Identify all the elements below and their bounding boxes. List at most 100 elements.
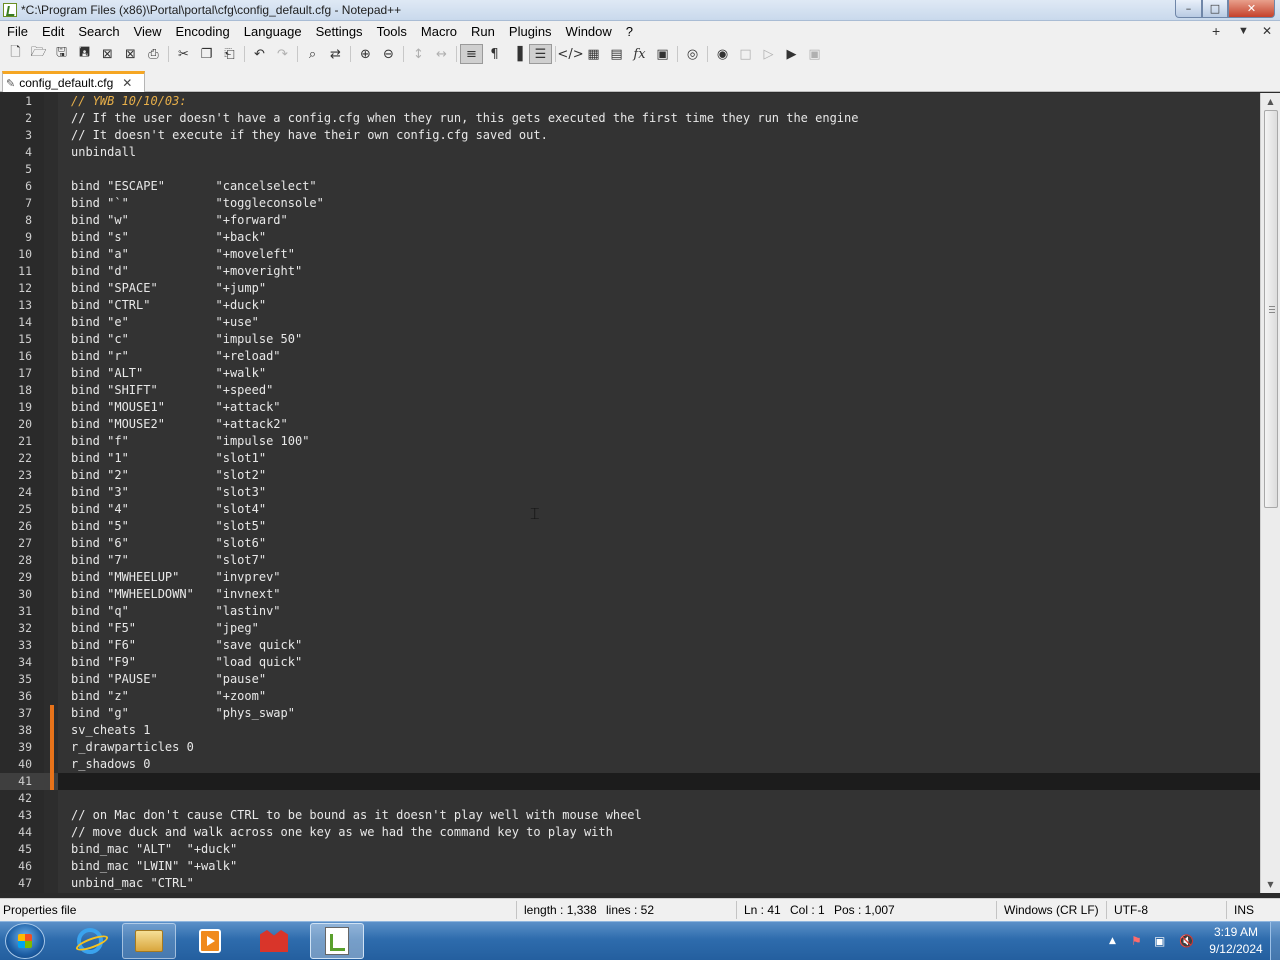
menu-search[interactable]: Search	[71, 24, 126, 39]
show-hidden-icons-icon[interactable]: ▲	[1109, 936, 1116, 946]
document-map-icon[interactable]: ☰	[529, 44, 552, 64]
network-icon[interactable]: ▣	[1154, 934, 1165, 948]
code-line[interactable]: 9 bind "s" "+back"	[0, 229, 1260, 246]
close-all-icon[interactable]: ⊠	[119, 44, 142, 64]
code-line[interactable]: 33 bind "F6" "save quick"	[0, 637, 1260, 654]
function-list-icon[interactable]: fx	[628, 44, 651, 64]
replace-icon[interactable]: ⇄	[324, 44, 347, 64]
editor-area[interactable]: 1 // YWB 10/10/03: 2 // If the user doesn't…	[0, 93, 1260, 893]
code-line[interactable]: 22 bind "1" "slot1"	[0, 450, 1260, 467]
code-line[interactable]: 2 // If the user doesn't have a config.cf…	[0, 110, 1260, 127]
code-line[interactable]: 30 bind "MWHEELDOWN" "invnext"	[0, 586, 1260, 603]
status-encoding[interactable]: UTF-8	[1114, 903, 1148, 917]
menu-plugins[interactable]: Plugins	[502, 24, 559, 39]
code-line[interactable]: 42	[0, 790, 1260, 807]
action-center-icon[interactable]: ⚑	[1131, 934, 1142, 948]
save-macro-icon[interactable]: ▣	[803, 44, 826, 64]
menu-settings[interactable]: Settings	[309, 24, 370, 39]
menu-run[interactable]: Run	[464, 24, 502, 39]
code-line[interactable]: 36 bind "z" "+zoom"	[0, 688, 1260, 705]
maximize-button[interactable]: □	[1202, 0, 1228, 18]
code-line[interactable]: 6 bind "ESCAPE" "cancelselect"	[0, 178, 1260, 195]
tab-close-icon[interactable]: ✕	[122, 76, 132, 90]
minimize-button[interactable]: –	[1175, 0, 1202, 18]
code-line[interactable]: 12 bind "SPACE" "+jump"	[0, 280, 1260, 297]
taskbar-media-player[interactable]	[183, 923, 237, 959]
menu-view[interactable]: View	[127, 24, 169, 39]
code-line[interactable]: 29 bind "MWHEELUP" "invprev"	[0, 569, 1260, 586]
undo-icon[interactable]: ↶	[248, 44, 271, 64]
close-icon[interactable]: ⊠	[96, 44, 119, 64]
code-line[interactable]: 15 bind "c" "impulse 50"	[0, 331, 1260, 348]
code-line[interactable]: 32 bind "F5" "jpeg"	[0, 620, 1260, 637]
doc-list-icon[interactable]: ▤	[605, 44, 628, 64]
code-line[interactable]: 38 sv_cheats 1	[0, 722, 1260, 739]
save-icon[interactable]: 🖫	[50, 44, 73, 64]
menu-file[interactable]: File	[0, 24, 35, 39]
save-all-icon[interactable]: 🖪	[73, 44, 96, 64]
code-line[interactable]: 45 bind_mac "ALT" "+duck"	[0, 841, 1260, 858]
code-line[interactable]: 1 // YWB 10/10/03:	[0, 93, 1260, 110]
show-all-chars-icon[interactable]: ¶	[483, 44, 506, 64]
xml-tag-icon[interactable]: </>	[557, 44, 583, 64]
scrollbar-thumb[interactable]	[1264, 110, 1278, 508]
menu-tools[interactable]: Tools	[370, 24, 414, 39]
stop-macro-icon[interactable]: □	[734, 44, 757, 64]
code-line[interactable]: 18 bind "SHIFT" "+speed"	[0, 382, 1260, 399]
code-line[interactable]: 31 bind "q" "lastinv"	[0, 603, 1260, 620]
code-line[interactable]: 17 bind "ALT" "+walk"	[0, 365, 1260, 382]
code-line[interactable]: 40 r_shadows 0	[0, 756, 1260, 773]
code-line[interactable]: 4 unbindall	[0, 144, 1260, 161]
code-line[interactable]: 39 r_drawparticles 0	[0, 739, 1260, 756]
code-line[interactable]: 7 bind "`" "toggleconsole"	[0, 195, 1260, 212]
code-line[interactable]: 37 bind "g" "phys_swap"	[0, 705, 1260, 722]
close-window-button[interactable]: ✕	[1228, 0, 1275, 18]
code-line[interactable]: 20 bind "MOUSE2" "+attack2"	[0, 416, 1260, 433]
start-button[interactable]	[5, 923, 45, 959]
zoom-out-icon[interactable]: ⊖	[377, 44, 400, 64]
copy-icon[interactable]: ❐	[195, 44, 218, 64]
scroll-up-arrow-icon[interactable]: ▲	[1261, 93, 1280, 110]
tab-config-default[interactable]: ✎ config_default.cfg ✕	[2, 71, 145, 92]
run-macro-multiple-icon[interactable]: ▶	[780, 44, 803, 64]
menu-encoding[interactable]: Encoding	[169, 24, 237, 39]
map-icon[interactable]: ▦	[582, 44, 605, 64]
record-macro-icon[interactable]: ◉	[711, 44, 734, 64]
code-line[interactable]: 27 bind "6" "slot6"	[0, 535, 1260, 552]
code-line[interactable]: 47 unbind_mac "CTRL"	[0, 875, 1260, 892]
code-line[interactable]: 5	[0, 161, 1260, 178]
code-line[interactable]: 16 bind "r" "+reload"	[0, 348, 1260, 365]
taskbar-gift-app[interactable]	[247, 923, 301, 959]
code-line[interactable]: 10 bind "a" "+moveleft"	[0, 246, 1260, 263]
redo-icon[interactable]: ↷	[271, 44, 294, 64]
code-line[interactable]: 46 bind_mac "LWIN" "+walk"	[0, 858, 1260, 875]
code-line[interactable]: 43 // on Mac don't cause CTRL to be bound…	[0, 807, 1260, 824]
scroll-down-arrow-icon[interactable]: ▼	[1261, 876, 1280, 893]
code-line[interactable]: 23 bind "2" "slot2"	[0, 467, 1260, 484]
new-file-icon[interactable]: 🗋	[4, 44, 27, 64]
taskbar-notepad-plus-plus[interactable]	[310, 923, 364, 959]
menu-help[interactable]: ?	[619, 24, 640, 39]
code-line[interactable]: 44 // move duck and walk across one key a…	[0, 824, 1260, 841]
clock-time[interactable]: 3:19 AM	[1206, 925, 1266, 939]
clock-date[interactable]: 9/12/2024	[1206, 942, 1266, 956]
code-line[interactable]: 8 bind "w" "+forward"	[0, 212, 1260, 229]
open-file-icon[interactable]: 🗁	[27, 44, 50, 64]
taskbar-windows-explorer[interactable]	[122, 923, 176, 959]
print-icon[interactable]: ⎙	[142, 44, 165, 64]
monitoring-icon[interactable]: ◎	[681, 44, 704, 64]
paste-icon[interactable]: ⎗	[218, 44, 241, 64]
code-line[interactable]: 34 bind "F9" "load quick"	[0, 654, 1260, 671]
code-line[interactable]: 24 bind "3" "slot3"	[0, 484, 1260, 501]
menu-window[interactable]: Window	[559, 24, 619, 39]
code-line[interactable]: 13 bind "CTRL" "+duck"	[0, 297, 1260, 314]
code-line[interactable]: 3 // It doesn't execute if they have thei…	[0, 127, 1260, 144]
code-line[interactable]: 26 bind "5" "slot5"	[0, 518, 1260, 535]
indent-guide-icon[interactable]: ▐	[506, 44, 529, 64]
vertical-scrollbar[interactable]: ▲ ▼	[1260, 93, 1280, 893]
code-line[interactable]: 11 bind "d" "+moveright"	[0, 263, 1260, 280]
zoom-in-icon[interactable]: ⊕	[354, 44, 377, 64]
menu-edit[interactable]: Edit	[35, 24, 71, 39]
tab-list-button[interactable]: ▼	[1238, 25, 1249, 37]
folder-as-workspace-icon[interactable]: ▣	[651, 44, 674, 64]
